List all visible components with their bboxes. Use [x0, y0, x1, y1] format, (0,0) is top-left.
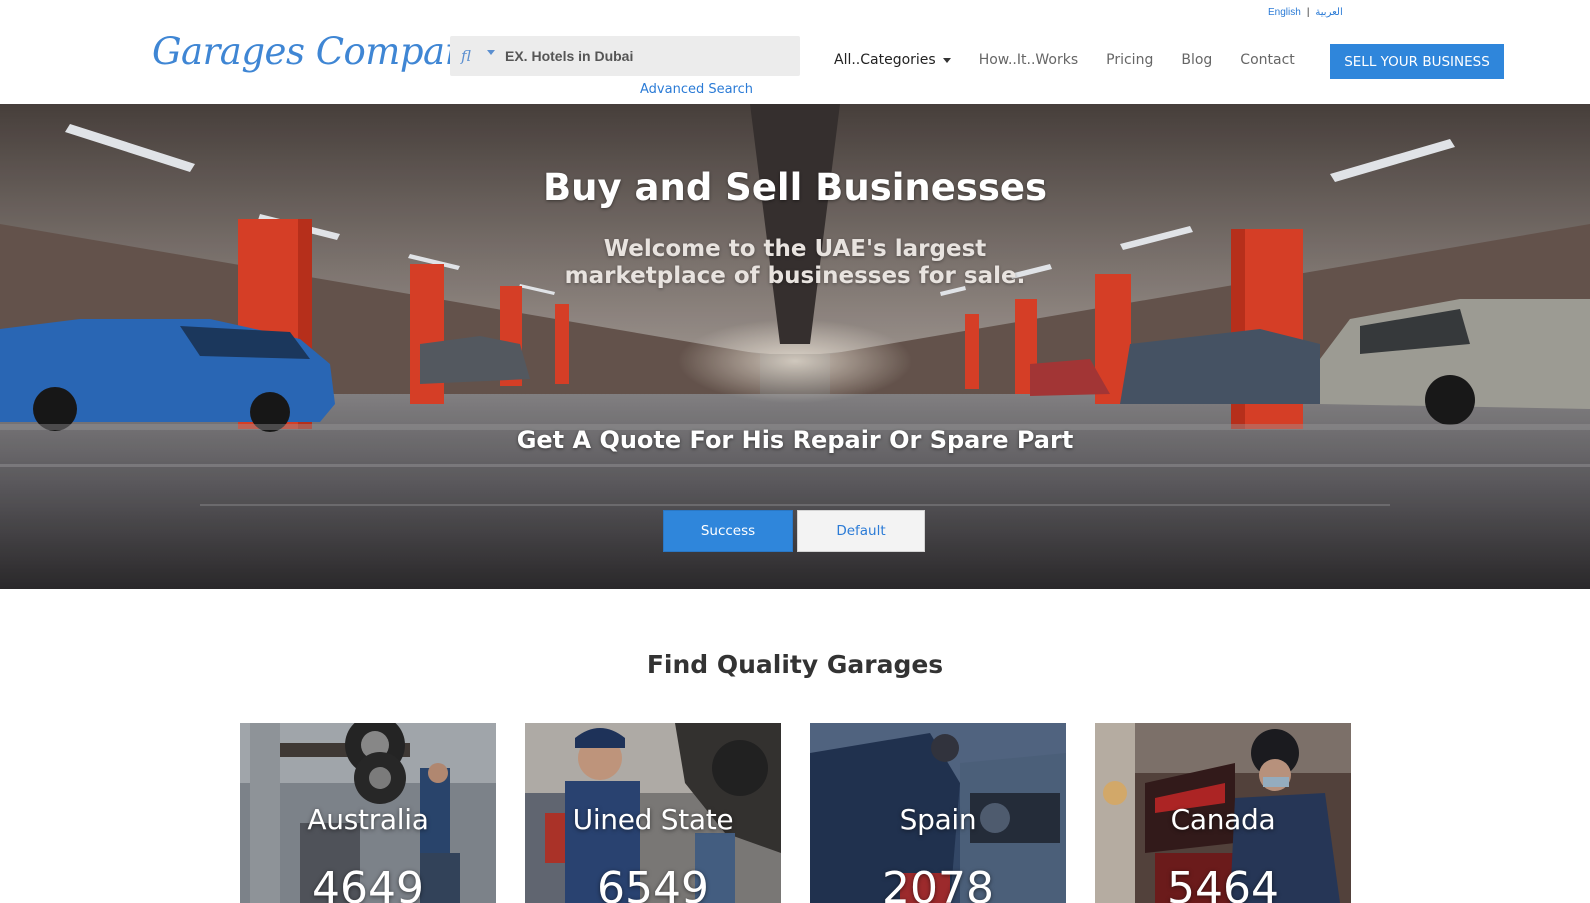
garages-section-title: Find Quality Garages — [646, 650, 944, 679]
default-button[interactable]: Default — [797, 510, 925, 552]
card-garage-count: 5464 — [1167, 863, 1279, 903]
card-country-name: Spain — [899, 803, 977, 836]
nav-blog[interactable]: Blog — [1181, 52, 1212, 68]
card-country-name: Canada — [1170, 803, 1276, 836]
main-nav: All..Categories How..It..Works Pricing B… — [834, 52, 1323, 68]
card-country-name: Australia — [307, 803, 429, 836]
country-card-spain[interactable]: Spain 2078 — [810, 723, 1066, 903]
hero-quote-heading: Get A Quote For His Repair Or Spare Part — [516, 426, 1074, 454]
language-separator: | — [1306, 7, 1310, 18]
nav-how-it-works[interactable]: How..It..Works — [979, 52, 1078, 68]
nav-all-categories[interactable]: All..Categories — [834, 52, 951, 68]
sell-your-business-button[interactable]: SELL YOUR BUSINESS — [1330, 44, 1504, 79]
hero-title: Buy and Sell Businesses — [542, 166, 1048, 209]
nav-pricing[interactable]: Pricing — [1106, 52, 1153, 68]
country-card-united-state[interactable]: Uined State 6549 — [525, 723, 781, 903]
site-logo[interactable]: Garages Compare — [152, 30, 484, 73]
country-card-canada[interactable]: Canada 5464 — [1095, 723, 1351, 903]
chevron-down-icon — [942, 57, 951, 63]
advanced-search-link[interactable]: Advanced Search — [640, 82, 753, 97]
country-card-australia[interactable]: Australia 4649 — [240, 723, 496, 903]
language-switcher: English | العربية — [1268, 7, 1343, 18]
search-bar: fl — [450, 36, 800, 76]
success-button[interactable]: Success — [663, 510, 793, 552]
card-garage-count: 2078 — [882, 863, 994, 903]
chevron-down-icon[interactable] — [487, 49, 495, 55]
search-input[interactable] — [505, 48, 800, 64]
hero-banner: Buy and Sell Businesses Welcome to the U… — [0, 104, 1590, 589]
card-country-name: Uined State — [572, 803, 734, 836]
nav-all-categories-label: All..Categories — [834, 52, 936, 68]
nav-contact[interactable]: Contact — [1240, 52, 1294, 68]
hero-subtitle: Welcome to the UAE's largest marketplace… — [564, 236, 1026, 289]
card-garage-count: 6549 — [597, 863, 709, 903]
language-arabic-link[interactable]: العربية — [1315, 7, 1342, 18]
card-garage-count: 4649 — [312, 863, 424, 903]
search-icon[interactable]: fl — [461, 47, 481, 65]
language-english-link[interactable]: English — [1268, 7, 1301, 18]
